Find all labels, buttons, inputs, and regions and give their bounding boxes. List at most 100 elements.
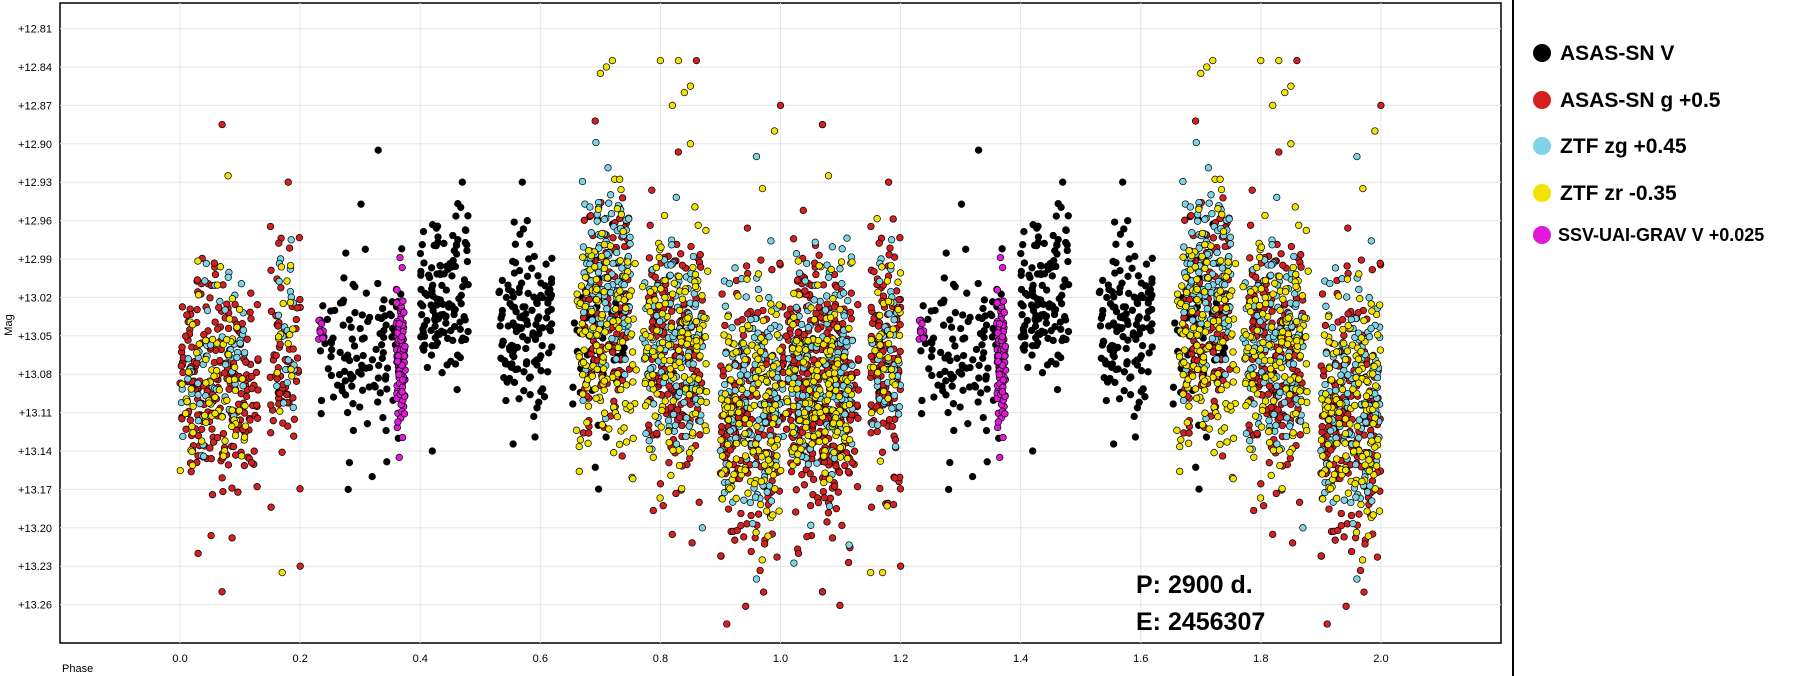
data-point-ztf-zr-0-35	[211, 393, 219, 401]
data-point-asas-sn-v	[374, 398, 382, 406]
data-point-asas-sn-v	[439, 300, 447, 308]
data-point-ztf-zg-0-45-cycle-2	[1194, 217, 1202, 225]
data-point-asas-sn-g-0-5	[267, 429, 275, 437]
data-point-ztf-zr-0-35	[603, 274, 612, 282]
data-point-asas-sn-v-cycle-2	[947, 323, 956, 331]
data-point-ztf-zg-0-45	[810, 296, 818, 304]
data-point-ztf-zr-0-35	[675, 272, 683, 281]
data-point-ztf-zr-0-35	[575, 353, 583, 361]
data-point-ztf-zr-0-35-cycle-2	[1251, 296, 1260, 304]
data-point-asas-sn-v-cycle-2	[924, 315, 932, 324]
data-point-ztf-zr-0-35-cycle-2	[1317, 436, 1326, 444]
data-point-ztf-zr-0-35-cycle-2	[1247, 288, 1255, 296]
data-point-asas-sn-v-cycle-2	[1148, 343, 1156, 351]
data-point-asas-sn-v	[418, 241, 426, 249]
data-point-asas-sn-v-cycle-2	[1038, 281, 1046, 290]
data-point-asas-sn-v	[432, 224, 441, 232]
data-point-ztf-zr-0-35-cycle-2	[1372, 382, 1380, 390]
data-point-ztf-zg-0-45	[885, 310, 893, 318]
data-point-ztf-zr-0-35-cycle-2	[887, 261, 895, 270]
data-point-ztf-zg-0-45-cycle-2	[1347, 315, 1355, 324]
data-point-asas-sn-g-0-5	[830, 482, 839, 490]
x-tick-label: 0.4	[413, 653, 428, 665]
data-point-ztf-zr-0-35-cycle-2	[789, 402, 798, 410]
data-point-asas-sn-v-cycle-2	[1137, 279, 1145, 287]
data-point-ztf-zr-0-35	[617, 210, 626, 219]
data-point-ztf-zr-0-35	[652, 263, 660, 272]
data-point-ztf-zr-0-35-cycle-2	[1256, 494, 1265, 502]
data-point-asas-sn-v-cycle-2	[951, 309, 960, 317]
data-point-asas-sn-g-0-5-cycle-2	[1288, 539, 1297, 547]
data-point-asas-sn-g-0-5	[240, 461, 249, 470]
data-point-asas-sn-v-cycle-2	[1169, 400, 1177, 408]
data-point-asas-sn-g-0-5	[206, 444, 214, 452]
data-point-asas-sn-v-cycle-2	[942, 249, 950, 257]
data-point-asas-sn-v-cycle-2	[1116, 313, 1125, 321]
data-point-asas-sn-v	[350, 342, 359, 350]
data-point-ztf-zr-0-35-cycle-2	[802, 379, 810, 387]
data-point-ztf-zg-0-45	[607, 210, 616, 218]
data-point-ztf-zr-0-35	[647, 380, 656, 388]
data-point-asas-sn-v	[443, 334, 452, 343]
data-point-asas-sn-v-cycle-2	[1122, 310, 1130, 318]
data-point-ztf-zg-0-45	[621, 355, 629, 363]
data-point-ztf-zr-0-35-cycle-2	[1335, 408, 1343, 416]
data-point-asas-sn-v	[327, 371, 336, 380]
data-point-ztf-zr-0-35-cycle-2	[1266, 356, 1275, 365]
data-point-ztf-zr-0-35-cycle-2	[1262, 299, 1270, 308]
data-point-ztf-zr-0-35	[208, 335, 217, 344]
data-point-asas-sn-g-0-5-cycle-2	[1250, 506, 1258, 515]
x-tick-label: 0.2	[293, 653, 308, 665]
data-point-ztf-zr-0-35-cycle-2	[1198, 421, 1207, 429]
data-point-ztf-zg-0-45-cycle-2	[1353, 152, 1361, 161]
data-point-ztf-zr-0-35-cycle-2	[1229, 378, 1237, 386]
data-point-ztf-zr-0-35-cycle-2	[1358, 477, 1366, 486]
data-point-asas-sn-v	[428, 287, 436, 295]
data-point-ztf-zr-0-35-cycle-2	[1176, 467, 1184, 476]
data-point-ztf-zg-0-45	[689, 360, 697, 368]
data-point-ztf-zr-0-35-cycle-2	[1193, 275, 1201, 284]
data-point-asas-sn-g-0-5	[254, 355, 262, 363]
data-point-asas-sn-g-0-5-cycle-2	[1265, 459, 1273, 467]
data-point-ztf-zr-0-35-cycle-2	[1357, 500, 1365, 509]
data-point-asas-sn-v	[445, 300, 453, 308]
data-point-ztf-zg-0-45-cycle-2	[1188, 229, 1196, 237]
data-point-asas-sn-g-0-5-cycle-2	[1347, 511, 1356, 520]
data-point-asas-sn-v	[591, 463, 599, 471]
data-point-ztf-zr-0-35	[735, 420, 743, 428]
data-point-ztf-zr-0-35-cycle-2	[1371, 485, 1379, 493]
data-point-ztf-zr-0-35-cycle-2	[1242, 354, 1250, 362]
y-tick-label: +12.96	[18, 216, 52, 228]
data-point-asas-sn-v	[420, 259, 428, 267]
data-point-ztf-zr-0-35-cycle-2	[1250, 453, 1258, 461]
data-point-asas-sn-g-0-5-cycle-2	[1321, 321, 1330, 330]
data-point-ztf-zg-0-45	[799, 392, 807, 400]
data-point-ztf-zr-0-35	[776, 346, 784, 354]
data-point-asas-sn-g-0-5	[844, 468, 852, 476]
data-point-ztf-zg-0-45	[203, 306, 212, 315]
data-point-asas-sn-v-cycle-2	[972, 345, 981, 354]
data-point-asas-sn-g-0-5-cycle-2	[812, 270, 820, 279]
y-tick-label: +12.93	[18, 177, 52, 189]
data-point-asas-sn-g-0-5-cycle-2	[1185, 429, 1193, 437]
data-point-asas-sn-g-0-5	[799, 206, 807, 215]
data-point-ztf-zr-0-35	[194, 257, 202, 265]
data-point-asas-sn-v	[452, 212, 460, 220]
data-point-ztf-zg-0-45-cycle-2	[1226, 233, 1235, 241]
data-point-ztf-zr-0-35-cycle-2	[1224, 316, 1233, 324]
data-point-ztf-zr-0-35	[763, 507, 771, 515]
data-point-ztf-zg-0-45	[184, 375, 192, 383]
data-point-ztf-zg-0-45	[216, 297, 224, 306]
data-point-ztf-zr-0-35-cycle-2	[1193, 285, 1201, 293]
data-point-asas-sn-v	[420, 346, 428, 354]
data-point-ztf-zg-0-45	[751, 493, 760, 501]
data-point-ztf-zr-0-35	[704, 267, 712, 275]
data-point-ztf-zr-0-35-cycle-2	[1351, 401, 1359, 410]
data-point-ztf-zr-0-35-cycle-2	[1298, 292, 1307, 300]
data-point-asas-sn-v-cycle-2	[1035, 315, 1043, 323]
data-point-ztf-zg-0-45-cycle-2	[1363, 488, 1372, 496]
data-point-asas-sn-g-0-5-cycle-2	[1275, 148, 1283, 156]
data-point-ztf-zr-0-35	[771, 382, 780, 390]
data-point-ztf-zr-0-35	[676, 306, 684, 314]
data-point-ztf-zr-0-35-cycle-2	[1341, 439, 1349, 447]
